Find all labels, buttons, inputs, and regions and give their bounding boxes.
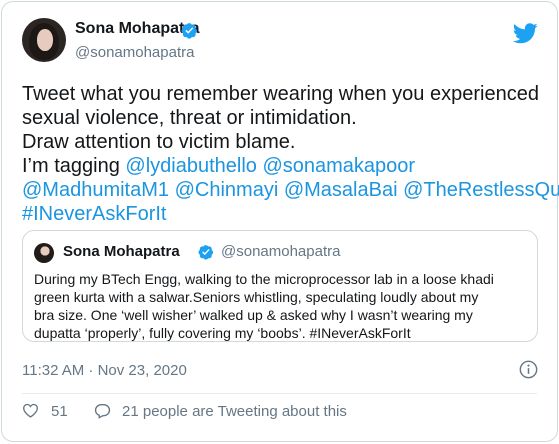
- mention-link[interactable]: @TheRestlessQuil: [403, 179, 559, 201]
- quoted-tweet[interactable]: Sona Mohapatra @sonamohapatra During my …: [22, 230, 538, 342]
- author-avatar[interactable]: [22, 18, 66, 62]
- quoted-author-name: Sona Mohapatra: [63, 243, 180, 260]
- mention-link[interactable]: @sonamakapoor: [262, 155, 415, 177]
- quoted-author-avatar: [34, 243, 54, 263]
- speech-bubble-icon[interactable]: [94, 403, 111, 419]
- tweet-text-segment: Draw attention to victim blame.: [22, 131, 296, 153]
- verified-badge-icon: [181, 23, 198, 39]
- info-icon[interactable]: [519, 360, 538, 379]
- tweet-text: Tweet what you remember wearing when you…: [22, 82, 559, 226]
- quoted-text-line: bra size. One ‘well wisher’ walked up & …: [34, 307, 473, 323]
- author-handle[interactable]: @sonamohapatra: [75, 44, 194, 61]
- tweet-text-line: sexual violence, threat or intimidation.: [22, 106, 547, 130]
- verified-badge-icon: [198, 245, 214, 260]
- mention-link[interactable]: @MadhumitaM1: [22, 179, 169, 201]
- hashtag-link[interactable]: #INeverAskForIt: [22, 203, 166, 225]
- mention-link[interactable]: @lydiabuthello: [125, 155, 257, 177]
- tweet-text-line: Tweet what you remember wearing when you…: [22, 82, 547, 106]
- tweet-card: Sona Mohapatra @sonamohapatra Tweet what…: [1, 1, 559, 442]
- twitter-bird-icon[interactable]: [513, 23, 538, 44]
- mention-link[interactable]: @Chinmayi: [175, 179, 279, 201]
- quoted-text-line: During my BTech Engg, walking to the mic…: [34, 271, 494, 287]
- tweet-text-line: I’m tagging @lydiabuthello @sonamakapoor: [22, 154, 547, 178]
- quoted-author-handle: @sonamohapatra: [221, 243, 341, 260]
- heart-icon[interactable]: [22, 403, 39, 418]
- tweet-text-segment: sexual violence, threat or intimidation.: [22, 107, 357, 129]
- tweet-text-segment: I’m tagging: [22, 155, 126, 177]
- mention-link[interactable]: @MasalaBai: [284, 179, 398, 201]
- tweet-text-line: @MadhumitaM1 @Chinmayi @MasalaBai @TheRe…: [22, 178, 559, 202]
- avatar-face: [37, 29, 53, 51]
- quoted-text-line: green kurta with a salwar.Seniors whistl…: [34, 289, 479, 305]
- quoted-tweet-text: During my BTech Engg, walking to the mic…: [34, 270, 528, 342]
- quoted-text-line: dupatta ‘properly’, fully covering my ‘b…: [34, 325, 411, 341]
- tweet-text-line: #INeverAskForIt: [22, 202, 547, 226]
- tweet-text-segment: Tweet what you remember wearing when you…: [22, 83, 539, 105]
- tweet-text-line: Draw attention to victim blame.: [22, 130, 547, 154]
- divider: [22, 393, 537, 394]
- like-count[interactable]: 51: [51, 403, 68, 420]
- people-tweeting-link[interactable]: 21 people are Tweeting about this: [122, 403, 347, 420]
- tweet-timestamp[interactable]: 11:32 AM · Nov 23, 2020: [22, 362, 187, 379]
